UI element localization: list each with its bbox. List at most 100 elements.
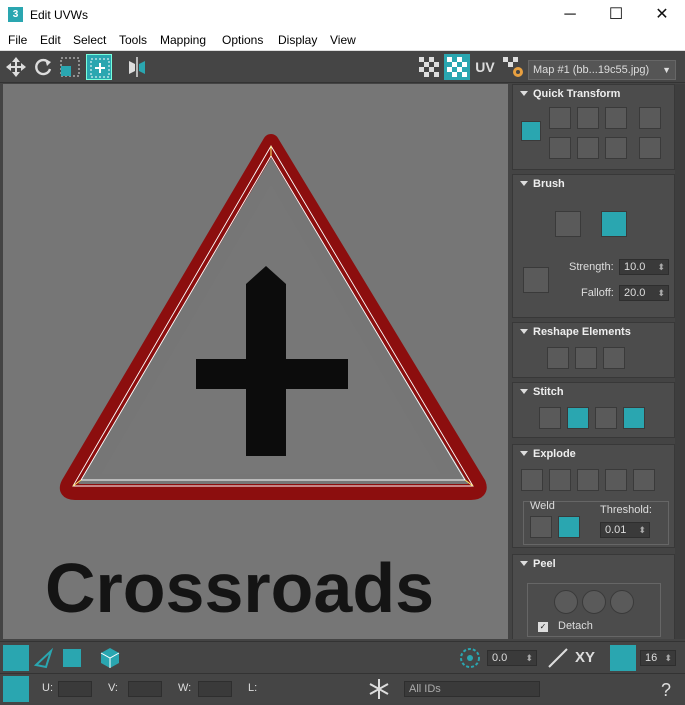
rotate-icon[interactable] <box>30 54 56 80</box>
align-horizontal-icon[interactable] <box>549 107 571 129</box>
pan-icon[interactable] <box>545 676 571 702</box>
zoom-icon[interactable] <box>572 676 598 702</box>
stitch-to-source-icon[interactable] <box>623 407 645 429</box>
menu-display[interactable]: Display <box>278 33 317 47</box>
w-field[interactable] <box>198 681 232 697</box>
panel-scrollbar[interactable] <box>675 84 685 639</box>
weld-selected-icon[interactable] <box>558 516 580 538</box>
line-tool-icon[interactable] <box>545 645 571 671</box>
rollout-peel: Peel ✓ Detach <box>512 554 675 639</box>
brush-stroke-icon[interactable] <box>523 267 549 293</box>
relax-brush-icon[interactable] <box>601 211 627 237</box>
hide-icon[interactable] <box>300 676 326 702</box>
rollout-title[interactable]: Peel <box>513 555 674 573</box>
element-mode-icon[interactable] <box>97 645 123 671</box>
help-icon[interactable]: ? <box>655 676 681 702</box>
freeform-mode-icon[interactable] <box>86 54 112 80</box>
rollout-title[interactable]: Stitch <box>513 383 674 401</box>
uv-viewport[interactable]: Crossroads <box>3 84 508 639</box>
rollout-title[interactable]: Explode <box>513 445 674 463</box>
stitch-to-target-icon[interactable] <box>567 407 589 429</box>
straighten-selection-icon[interactable] <box>547 347 569 369</box>
menu-view[interactable]: View <box>330 33 356 47</box>
stitch-to-average-icon[interactable] <box>595 407 617 429</box>
straighten-icon[interactable] <box>577 137 599 159</box>
quick-transform-gizmo-icon[interactable] <box>521 121 541 141</box>
zoom-region-icon[interactable] <box>599 676 625 702</box>
detach-checkbox[interactable]: ✓ <box>538 622 548 632</box>
loop-select-icon[interactable] <box>196 645 222 671</box>
xy-toggle[interactable]: XY <box>572 645 598 671</box>
angle-spinner[interactable]: 0.0 <box>487 650 537 666</box>
menu-options[interactable]: Options <box>222 33 263 47</box>
show-map-icon[interactable] <box>444 54 470 80</box>
space-vertical-icon[interactable] <box>639 137 661 159</box>
mirror-icon[interactable] <box>124 54 150 80</box>
material-id-dropdown[interactable]: All IDs <box>404 681 540 697</box>
threshold-spinner[interactable]: 0.01 <box>600 522 650 538</box>
paint-move-icon[interactable] <box>555 211 581 237</box>
polygon-mode-icon[interactable] <box>59 645 85 671</box>
soft-selection-falloff-icon[interactable] <box>457 645 483 671</box>
edge-mode-icon[interactable] <box>31 645 57 671</box>
flatten-by-smoothing-icon[interactable] <box>605 469 627 491</box>
ring-select-icon[interactable] <box>224 645 250 671</box>
menu-mapping[interactable]: Mapping <box>160 33 206 47</box>
threshold-label: Threshold: <box>600 504 652 516</box>
relax-by-edge-icon[interactable] <box>603 347 625 369</box>
weld-target-icon[interactable] <box>530 516 552 538</box>
menu-edit[interactable]: Edit <box>40 33 61 47</box>
soft-select-icon[interactable] <box>418 645 444 671</box>
menu-file[interactable]: File <box>8 33 27 47</box>
map-dropdown[interactable]: Map #1 (bb...19c55.jpg) ▼ <box>528 60 676 80</box>
lock-icon[interactable] <box>272 676 298 702</box>
break-icon[interactable] <box>521 469 543 491</box>
reset-peel-icon[interactable] <box>610 590 634 614</box>
map-dropdown-value: Map #1 (bb...19c55.jpg) <box>533 64 650 76</box>
freeze-eye-icon[interactable] <box>338 676 364 702</box>
uv-transform-mode-icon[interactable] <box>3 676 29 702</box>
peel-mode-icon[interactable] <box>582 590 606 614</box>
u-field[interactable] <box>58 681 92 697</box>
grid-spinner[interactable]: 16 <box>640 650 676 666</box>
snap-grid-icon[interactable] <box>610 645 636 671</box>
flatten-by-material-icon[interactable] <box>633 469 655 491</box>
rollout-title[interactable]: Quick Transform <box>513 85 674 103</box>
rotate-cw-icon[interactable] <box>605 137 627 159</box>
v-field[interactable] <box>128 681 162 697</box>
vertex-mode-icon[interactable] <box>3 645 29 671</box>
menu-tools[interactable]: Tools <box>119 33 147 47</box>
maximize-button[interactable]: ☐ <box>593 0 639 30</box>
shrink-selection-icon[interactable] <box>163 645 189 671</box>
detach-edge-icon[interactable] <box>549 469 571 491</box>
uv-space-label[interactable]: UV <box>472 54 498 80</box>
edge-loop-icon[interactable] <box>252 645 278 671</box>
quick-peel-icon[interactable] <box>554 590 578 614</box>
menu-select[interactable]: Select <box>73 33 106 47</box>
strength-spinner[interactable]: 10.0 <box>619 259 669 275</box>
close-button[interactable]: ✕ <box>639 0 685 30</box>
align-center-icon[interactable] <box>549 137 571 159</box>
align-vertical-icon[interactable] <box>577 107 599 129</box>
material-id-value: All IDs <box>409 683 441 695</box>
rotate-ccw-icon[interactable] <box>605 107 627 129</box>
rollout-title[interactable]: Reshape Elements <box>513 323 674 341</box>
relax-by-polygon-icon[interactable] <box>575 347 597 369</box>
flatten-by-polygon-icon[interactable] <box>577 469 599 491</box>
minimize-button[interactable]: ─ <box>547 0 593 30</box>
select-by-element-icon[interactable] <box>336 645 362 671</box>
grow-selection-icon[interactable] <box>135 645 161 671</box>
checker-pattern-icon[interactable] <box>416 54 442 80</box>
select-overlap-icon[interactable] <box>308 645 334 671</box>
texture-settings-icon[interactable] <box>500 54 526 80</box>
scale-icon[interactable] <box>57 54 83 80</box>
stitch-custom-icon[interactable] <box>539 407 561 429</box>
space-horizontal-icon[interactable] <box>639 107 661 129</box>
move-icon[interactable] <box>3 54 29 80</box>
snowflake-icon[interactable] <box>366 676 392 702</box>
falloff-spinner[interactable]: 20.0 <box>619 285 669 301</box>
paint-select-icon[interactable] <box>362 645 388 671</box>
brush-size-icon[interactable] <box>390 645 416 671</box>
rollout-title[interactable]: Brush <box>513 175 674 193</box>
zoom-extents-icon[interactable] <box>626 676 652 702</box>
